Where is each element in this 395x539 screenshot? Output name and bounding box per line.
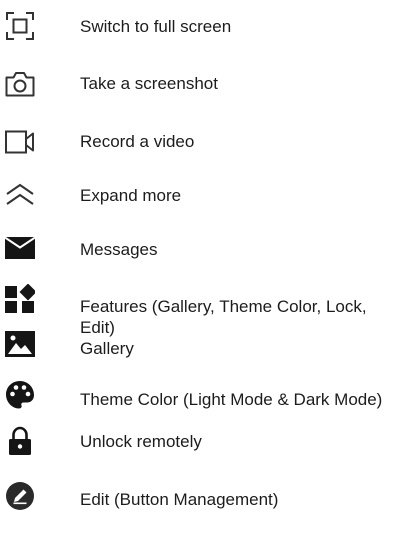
legend-label: Expand more <box>80 186 182 205</box>
fullscreen-icon <box>4 10 36 42</box>
expand-more-icon <box>4 179 36 211</box>
legend-label: Record a video <box>80 132 195 151</box>
legend-label: Theme Color (Light Mode & Dark Mode) <box>80 390 383 409</box>
legend-label: Switch to full screen <box>80 17 232 36</box>
edit-icon <box>4 480 36 512</box>
gallery-icon <box>4 328 36 360</box>
legend-label: Take a screenshot <box>80 74 218 93</box>
video-camera-icon <box>4 126 36 158</box>
legend-label: Features (Gallery, Theme Color, Lock, Ed… <box>80 297 367 337</box>
legend-label: Gallery <box>80 339 134 358</box>
legend-label: Edit (Button Management) <box>80 490 279 509</box>
features-grid-icon <box>4 283 36 315</box>
camera-icon <box>4 68 36 100</box>
lock-icon <box>4 425 36 457</box>
legend-label: Messages <box>80 240 158 259</box>
legend-label: Unlock remotely <box>80 432 202 451</box>
envelope-icon <box>4 232 36 264</box>
palette-icon <box>4 379 36 411</box>
